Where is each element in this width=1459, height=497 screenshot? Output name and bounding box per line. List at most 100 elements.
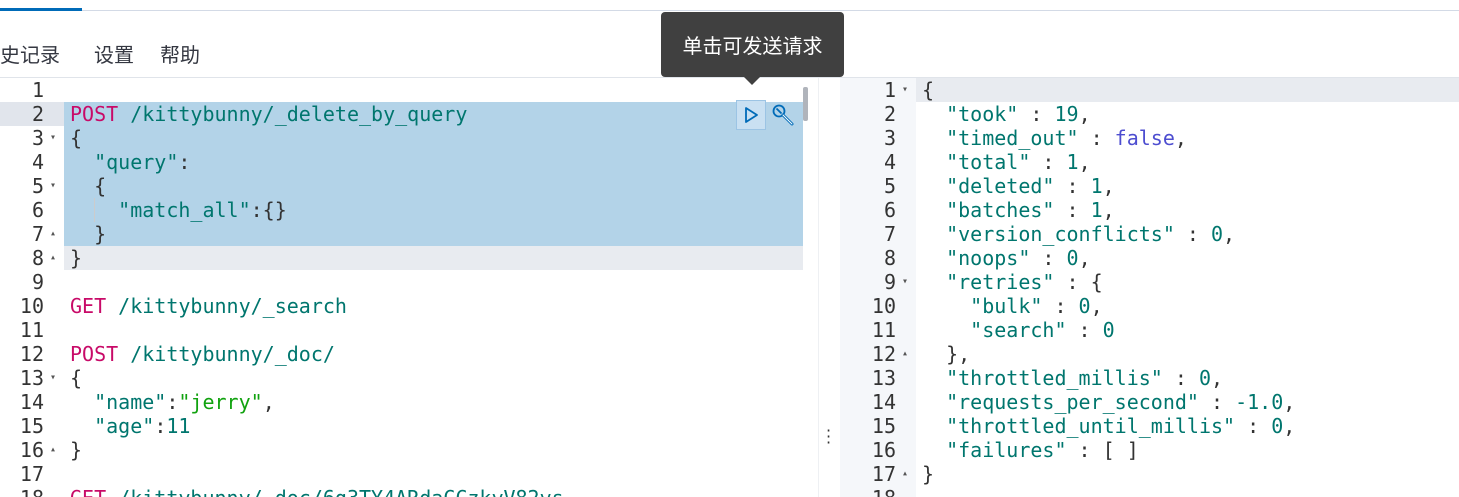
response-editor[interactable]: 1 ▾{2 "took" : 19, 3 "timed_out" : false, 4… [840, 78, 1459, 497]
line-number: 14 [19, 390, 44, 414]
line-number: 2 [31, 102, 44, 126]
code-line[interactable]: "noops" : 0, [922, 246, 1091, 270]
send-request-tooltip: 单击可发送请求 [661, 12, 844, 77]
request-editor[interactable]: 1 2 POST /kittybunny/_delete_by_query 3 ▾{4 … [0, 78, 818, 497]
code-line[interactable]: "batches" : 1, [922, 198, 1115, 222]
code-token: { [922, 78, 935, 102]
fold-expand-icon[interactable]: ▴ [902, 462, 908, 486]
line-number: 3 [31, 126, 44, 150]
code-token: /kittybunny/_delete_by_query [118, 102, 468, 126]
fold-expand-icon[interactable]: ▴ [50, 246, 56, 270]
code-line[interactable]: POST /kittybunny/_doc/ [70, 342, 335, 366]
code-line[interactable]: "retries" : { [922, 270, 1103, 294]
code-line[interactable]: "name":"jerry", [70, 390, 275, 414]
code-token: "query" [94, 150, 179, 174]
code-line[interactable]: "deleted" : 1, [922, 174, 1115, 198]
request-settings-button[interactable] [768, 100, 798, 130]
fold-collapse-icon[interactable]: ▾ [50, 366, 56, 390]
line-number: 12 [19, 342, 44, 366]
code-token: "took" [946, 102, 1019, 126]
code-token: "match_all" [118, 198, 251, 222]
code-line[interactable]: "total" : 1, [922, 150, 1091, 174]
fold-collapse-icon[interactable]: ▾ [50, 126, 56, 150]
code-token: 0 [1198, 366, 1212, 390]
code-line[interactable]: GET /kittybunny/_search [70, 294, 347, 318]
request-scrollbar[interactable] [803, 87, 808, 121]
code-token: , [1078, 150, 1091, 174]
code-token: : { [1054, 270, 1103, 294]
response-active-line [916, 78, 1459, 102]
code-line[interactable]: { [70, 126, 82, 150]
fold-expand-icon[interactable]: ▴ [902, 342, 908, 366]
code-line[interactable]: "query": [70, 150, 190, 174]
line-number: 10 [19, 294, 44, 318]
menu-help[interactable]: 帮助 [160, 39, 200, 68]
code-token: "batches" [946, 198, 1055, 222]
code-line[interactable]: "version_conflicts" : 0, [922, 222, 1235, 246]
code-line[interactable]: "failures" : [ ] [922, 438, 1139, 462]
code-token: , [1223, 222, 1236, 246]
top-tab-strip [0, 0, 1459, 11]
code-token: , [1283, 414, 1296, 438]
line-number: 17 [19, 462, 44, 486]
line-number: 13 [19, 366, 44, 390]
fold-expand-icon[interactable]: ▴ [50, 222, 56, 246]
code-token: 19 [1054, 102, 1079, 126]
code-token: { [70, 174, 107, 198]
fold-collapse-icon[interactable]: ▾ [902, 78, 908, 102]
code-token: } [70, 246, 83, 270]
line-number: 14 [871, 390, 896, 414]
code-token: POST [70, 342, 119, 366]
code-token: 1 [1090, 198, 1103, 222]
code-line[interactable]: GET /kittybunny/_doc/6g3TY4ARdaCCzkyV82v… [70, 486, 564, 497]
tooltip-text: 单击可发送请求 [682, 34, 823, 58]
code-token: -1.0 [1235, 390, 1284, 414]
code-line[interactable]: "search" : 0 [922, 318, 1115, 342]
fold-collapse-icon[interactable]: ▾ [50, 174, 56, 198]
code-line[interactable]: } [70, 222, 106, 246]
code-token: 0 [1102, 318, 1115, 342]
code-line[interactable]: "match_all":{} [70, 198, 287, 222]
code-token: 0 [1066, 246, 1079, 270]
code-token: 11 [166, 414, 191, 438]
code-token: , [262, 390, 275, 414]
code-line[interactable]: { [70, 174, 106, 198]
code-line[interactable]: "bulk" : 0, [922, 294, 1102, 318]
code-token: "search" [970, 318, 1067, 342]
code-line[interactable]: "throttled_until_millis" : 0, [922, 414, 1295, 438]
code-line[interactable]: "age":11 [70, 414, 190, 438]
menu-history[interactable]: 历史记录 [0, 39, 60, 68]
tooltip-arrow [743, 76, 761, 85]
code-line[interactable]: { [70, 366, 82, 390]
line-number: 5 [883, 174, 896, 198]
code-line[interactable]: "timed_out" : false, [922, 126, 1187, 150]
code-line[interactable]: "requests_per_second" : -1.0, [922, 390, 1295, 414]
send-request-button[interactable] [736, 100, 766, 130]
vertical-ellipsis-icon[interactable]: · · · [826, 423, 831, 451]
code-line[interactable]: "throttled_millis" : 0, [922, 366, 1223, 390]
code-line[interactable]: } [922, 462, 934, 486]
code-line[interactable]: }, [922, 342, 970, 366]
code-line[interactable]: } [70, 246, 82, 270]
code-line[interactable]: "took" : 19, [922, 102, 1091, 126]
code-line[interactable]: } [70, 438, 82, 462]
code-token: : [ ] [1066, 438, 1139, 462]
fold-collapse-icon[interactable]: ▾ [902, 270, 908, 294]
menu-settings[interactable]: 设置 [94, 39, 134, 68]
selected-request-block [64, 102, 803, 270]
code-token: /kittybunny/_doc/ [118, 342, 335, 366]
code-line[interactable]: { [922, 78, 934, 102]
code-line[interactable]: POST /kittybunny/_delete_by_query [70, 102, 467, 126]
line-number: 12 [871, 342, 896, 366]
code-token: , [1078, 246, 1091, 270]
line-number: 8 [31, 246, 44, 270]
code-token: 0 [1078, 294, 1091, 318]
line-number: 16 [871, 438, 896, 462]
fold-expand-icon[interactable]: ▴ [50, 438, 56, 462]
code-token: "throttled_until_millis" [946, 414, 1236, 438]
